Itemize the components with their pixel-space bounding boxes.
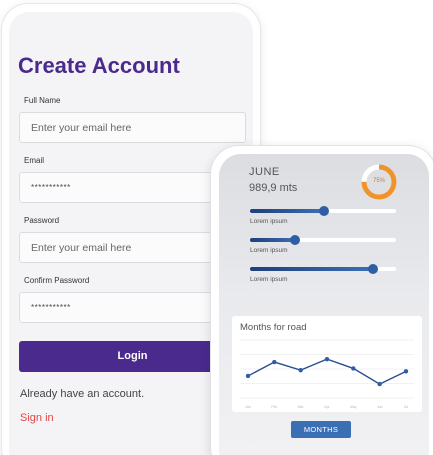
dashboard-screen: JUNE 989,9 mts 75% Lorem ipsum Lorem ips… [219, 154, 429, 455]
slider-1[interactable] [250, 206, 396, 216]
slider-3-fill [250, 267, 373, 271]
chart-point [324, 356, 330, 362]
mockup-stage: Create Account Full Name Enter your emai… [0, 0, 433, 455]
chart-x-tick-label: Feb [271, 405, 277, 409]
chart-x-tick-label: Mar [298, 405, 305, 409]
line-chart: Jan Feb Mar Apr May Jun Jul [240, 339, 414, 409]
chart-point [351, 366, 356, 371]
sign-in-link[interactable]: Sign in [20, 412, 54, 424]
dashboard-phone: JUNE 989,9 mts 75% Lorem ipsum Lorem ips… [211, 146, 433, 455]
months-button[interactable]: MONTHS [291, 421, 351, 438]
slider-2-caption: Lorem ipsum [250, 247, 288, 254]
slider-3-handle[interactable] [367, 264, 378, 274]
chart-point [298, 367, 303, 373]
slider-2-handle[interactable] [290, 235, 301, 245]
slider-2-fill [250, 238, 296, 242]
slider-1-caption: Lorem ipsum [250, 218, 288, 225]
road-chart-card: Months for road Jan Feb Mar Apr May Jun Jul [232, 316, 422, 412]
chart-point [403, 369, 409, 374]
already-account-text: Already have an account. [20, 388, 145, 400]
slider-1-fill [250, 209, 325, 213]
email-value: *********** [31, 183, 71, 192]
month-label: JUNE [249, 166, 280, 178]
progress-percent: 75% [372, 178, 385, 184]
password-label: Password [24, 216, 60, 225]
chart-point [245, 373, 251, 379]
password-placeholder: Enter your email here [31, 242, 132, 254]
email-label: Email [24, 156, 45, 165]
chart-series-line [247, 358, 407, 385]
confirm-password-label: Confirm Password [24, 276, 90, 285]
full-name-field[interactable]: Enter your email here [19, 112, 246, 143]
full-name-label: Full Name [24, 96, 61, 105]
slider-3[interactable] [250, 264, 396, 274]
chart-x-tick-label: Jul [404, 405, 409, 409]
slider-2[interactable] [250, 235, 396, 245]
chart-x-tick-label: Apr [324, 405, 330, 409]
slider-1-handle[interactable] [319, 206, 330, 216]
confirm-password-value: *********** [31, 303, 71, 312]
slider-3-caption: Lorem ipsum [250, 276, 288, 283]
chart-x-tick-label: May [350, 405, 357, 409]
distance-value: 989,9 mts [249, 182, 298, 194]
full-name-placeholder: Enter your email here [31, 122, 132, 134]
chart-point [377, 381, 382, 387]
chart-point [272, 359, 277, 365]
chart-x-tick-label: Jan [245, 405, 251, 409]
page-title: Create Account [18, 53, 180, 78]
chart-x-tick-label: Jun [377, 405, 383, 409]
